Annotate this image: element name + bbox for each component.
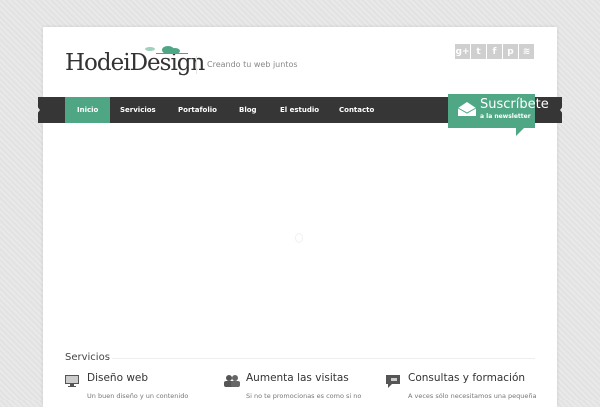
monitor-icon: [65, 375, 79, 387]
facebook-icon[interactable]: f: [487, 44, 502, 59]
nav-contacto[interactable]: Contacto: [339, 97, 374, 123]
service-title: Aumenta las visitas: [246, 372, 349, 384]
ribbon-right: [560, 97, 570, 123]
rss-icon[interactable]: ≋: [519, 44, 534, 59]
users-icon: [224, 375, 240, 387]
nav-servicios[interactable]: Servicios: [120, 97, 156, 123]
service-text: A veces sólo necesitamos una pequeña: [408, 392, 537, 400]
envelope-icon: [457, 102, 477, 116]
nav-el-estudio[interactable]: El estudio: [280, 97, 319, 123]
subscribe-tail: [516, 128, 524, 136]
chat-icon: [386, 375, 400, 388]
ribbon-left: [30, 97, 40, 123]
service-text: Si no te promocionas es como si no: [246, 392, 362, 400]
subscribe-title: Suscríbete: [480, 97, 549, 112]
service-text: Un buen diseño y un contenido: [87, 392, 189, 400]
divider: [196, 56, 197, 74]
social-links: g+ t f p ≋: [455, 44, 534, 59]
pinterest-icon[interactable]: p: [503, 44, 518, 59]
services-heading: Servicios: [65, 352, 110, 363]
service-title: Consultas y formación: [408, 372, 526, 384]
google-plus-icon[interactable]: g+: [455, 44, 470, 59]
twitter-icon[interactable]: t: [471, 44, 486, 59]
nav-inicio[interactable]: Inicio: [65, 97, 111, 123]
divider: [112, 358, 535, 359]
tagline: Creando tu web juntos: [207, 60, 298, 69]
service-title: Diseño web: [87, 372, 149, 384]
nav-portafolio[interactable]: Portafolio: [178, 97, 217, 123]
subscribe-subtitle: a la newsletter: [480, 113, 531, 120]
page-container: [43, 27, 557, 407]
loading-spinner: [295, 233, 303, 243]
nav-blog[interactable]: Blog: [239, 97, 257, 123]
subscribe-button[interactable]: Suscríbete a la newsletter: [448, 94, 549, 136]
cloud-icon: [145, 46, 188, 54]
